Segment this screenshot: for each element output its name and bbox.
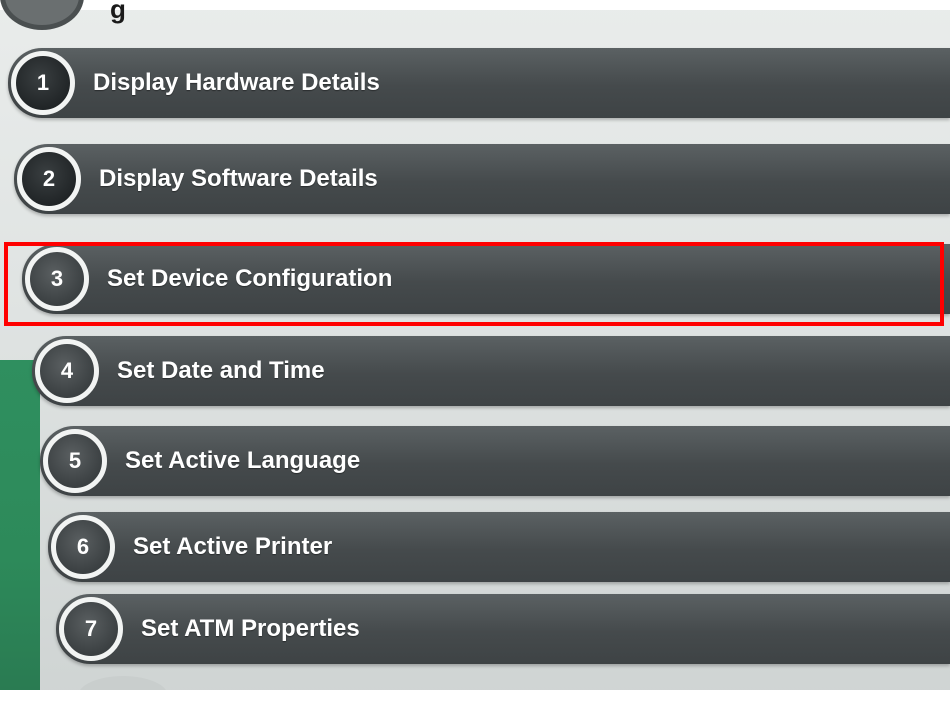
top-edge [0,0,950,10]
menu-item-label: Display Software Details [99,165,378,192]
menu-item-display-hardware-details[interactable]: 1 Display Hardware Details [8,48,950,118]
menu-number-badge: 1 [11,51,75,115]
menu-item-label: Set Active Printer [133,533,333,560]
atm-maintenance-screen: g 1 Display Hardware Details 2 Display S… [0,0,950,706]
header-text-fragment: g [110,0,127,24]
menu-item-label: Set Device Configuration [107,265,393,292]
menu-number-badge: 6 [51,515,115,579]
green-side-panel [0,360,40,690]
menu-item-label: Set ATM Properties [141,615,360,642]
menu-item-set-date-and-time[interactable]: 4 Set Date and Time [32,336,950,406]
menu-number-badge: 7 [59,597,123,661]
bottom-edge [0,690,950,706]
menu-item-set-active-language[interactable]: 5 Set Active Language [40,426,950,496]
menu-item-set-device-configuration[interactable]: 3 Set Device Configuration [22,244,950,314]
menu-item-display-software-details[interactable]: 2 Display Software Details [14,144,950,214]
menu-number-badge: 2 [17,147,81,211]
menu-item-label: Set Date and Time [117,357,325,384]
menu-number-badge: 3 [25,247,89,311]
menu-number-badge: 5 [43,429,107,493]
menu-number-badge: 4 [35,339,99,403]
menu-item-set-atm-properties[interactable]: 7 Set ATM Properties [56,594,950,664]
partial-menu-badge [0,0,84,30]
menu-item-set-active-printer[interactable]: 6 Set Active Printer [48,512,950,582]
menu-item-label: Display Hardware Details [93,69,380,96]
menu-item-label: Set Active Language [125,447,361,474]
